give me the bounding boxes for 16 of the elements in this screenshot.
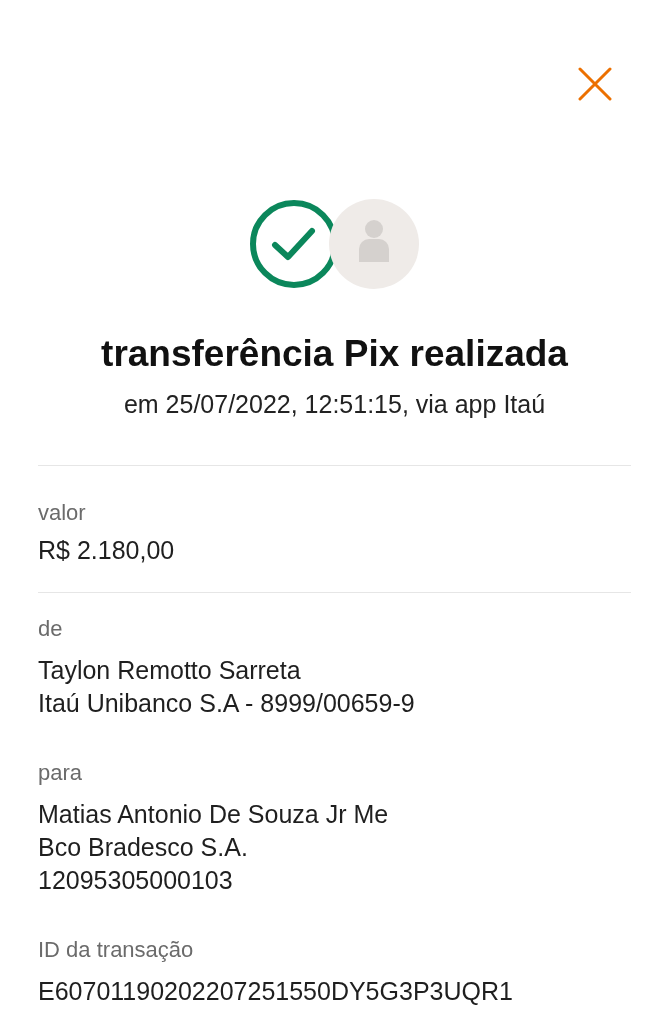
page-title: transferência Pix realizada [100, 333, 569, 375]
field-value: Taylon Remotto Sarreta [38, 655, 301, 686]
avatar-icon [328, 199, 419, 289]
field-label: para [38, 759, 83, 787]
field-value: Bco Bradesco S.A. [38, 832, 248, 863]
field-value: Itaú Unibanco S.A - 8999/00659-9 [38, 688, 415, 719]
field-label: valor [38, 499, 86, 527]
field-value: 12095305000103 [38, 865, 233, 896]
field-label: de [38, 615, 63, 643]
close-icon [578, 67, 612, 101]
transfer-date-text: em 25/07/2022, 12:51:15, via app Itaú [122, 389, 547, 420]
close-button[interactable] [576, 65, 614, 103]
amount-value: R$ 2.180,00 [38, 535, 175, 566]
field-label: ID da transação [38, 936, 194, 964]
field-value: Matias Antonio De Souza Jr Me [38, 799, 389, 830]
field-value: E60701190202207251550DY5G3P3UQR1 [38, 976, 513, 1007]
